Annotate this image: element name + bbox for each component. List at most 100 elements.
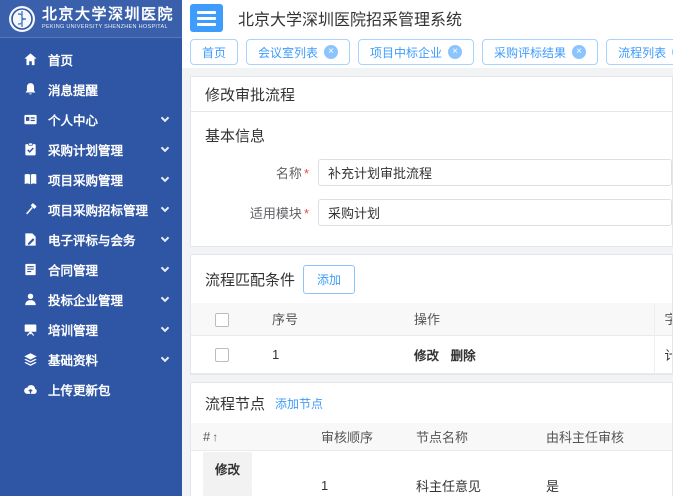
process-nodes-table: #↑ 审核顺序 节点名称 由科主任审核 修改 删除 1	[191, 423, 672, 496]
add-condition-button[interactable]: 添加	[303, 265, 355, 294]
nodes-table-header-row: #↑ 审核顺序 节点名称 由科主任审核	[191, 423, 672, 451]
sidebar-item-label: 首页	[48, 50, 168, 69]
tab-label: 会议室列表	[258, 44, 318, 61]
condition-no: 1	[271, 335, 413, 373]
sidebar-item-label: 合同管理	[48, 260, 162, 279]
sidebar-item-home[interactable]: 首页	[0, 44, 182, 74]
row-checkbox[interactable]	[215, 348, 229, 362]
delete-condition-link[interactable]: 删除	[451, 349, 476, 363]
required-marker: *	[304, 206, 309, 221]
sidebar-item-training[interactable]: 培训管理	[0, 314, 182, 344]
sidebar-item-contract[interactable]: 合同管理	[0, 254, 182, 284]
chevron-down-icon	[161, 293, 169, 301]
column-header-order: 审核顺序	[309, 423, 404, 451]
node-table-row: 修改 删除 1 科主任意见 是	[191, 451, 672, 496]
chevron-down-icon	[161, 233, 169, 241]
name-field-row: 名称*	[205, 159, 672, 186]
close-icon[interactable]: ×	[448, 45, 462, 59]
gavel-icon	[22, 201, 38, 217]
add-node-link[interactable]: 添加节点	[275, 395, 323, 412]
sidebar-item-base-data[interactable]: 基础资料	[0, 344, 182, 374]
tab-bar: 首页 会议室列表 × 项目中标企业 × 采购评标结果 × 流程列表 × 流程 ×	[182, 36, 673, 68]
id-card-icon	[22, 111, 38, 127]
person-icon	[22, 291, 38, 307]
process-nodes-section-title: 流程节点	[205, 393, 265, 414]
sidebar-item-project-bidding[interactable]: 项目采购招标管理	[0, 194, 182, 224]
chevron-down-icon	[161, 143, 169, 151]
sidebar-item-label: 个人中心	[48, 110, 162, 129]
topbar: 北京大学深圳医院招采管理系统	[182, 0, 673, 36]
sidebar-item-project-purchase[interactable]: 项目采购管理	[0, 164, 182, 194]
node-dept-head-review: 是	[534, 451, 672, 496]
hospital-logo: 北京大学深圳医院 PEKING UNIVERSITY SHENZHEN HOSP…	[0, 0, 182, 38]
column-header-no: 序号	[271, 303, 413, 335]
hamburger-menu-button[interactable]	[190, 4, 223, 32]
tab-home[interactable]: 首页	[190, 39, 238, 65]
sidebar-item-e-evaluation[interactable]: 电子评标与会务	[0, 224, 182, 254]
required-marker: *	[304, 166, 309, 181]
book-icon	[22, 171, 38, 187]
sidebar-item-label: 项目采购管理	[48, 170, 162, 189]
sidebar-item-upload-package[interactable]: 上传更新包	[0, 374, 182, 404]
tab-process-list[interactable]: 流程列表 ×	[606, 39, 673, 65]
column-header-index[interactable]: #↑	[191, 423, 309, 451]
edit-condition-link[interactable]: 修改	[414, 349, 439, 363]
node-order: 1	[309, 451, 404, 496]
chevron-down-icon	[161, 263, 169, 271]
sidebar-item-label: 电子评标与会务	[48, 230, 162, 249]
tab-label: 采购评标结果	[494, 44, 566, 61]
sort-ascending-icon: ↑	[212, 430, 218, 444]
match-conditions-section-title: 流程匹配条件	[205, 269, 295, 290]
chevron-down-icon	[161, 323, 169, 331]
clipboard-check-icon	[22, 141, 38, 157]
sidebar-item-label: 培训管理	[48, 320, 162, 339]
match-conditions-header: 流程匹配条件 添加	[191, 255, 672, 303]
document-pen-icon	[22, 231, 38, 247]
chevron-down-icon	[161, 113, 169, 121]
sidebar-item-messages[interactable]: 消息提醒	[0, 74, 182, 104]
select-all-checkbox[interactable]	[215, 313, 229, 327]
module-input[interactable]	[318, 199, 672, 226]
sidebar-item-purchase-plan[interactable]: 采购计划管理	[0, 134, 182, 164]
basic-info-section-title: 基本信息	[205, 125, 672, 146]
content-area: 修改审批流程 基本信息 名称* 适用模块* 流程匹配条件 添加	[182, 68, 673, 496]
column-header-node-name: 节点名称	[404, 423, 534, 451]
sidebar-nav: 首页 消息提醒 个人中心 采购计划管理 项目采购管理	[0, 38, 182, 404]
hospital-emblem-icon	[8, 5, 36, 33]
hospital-name-en: PEKING UNIVERSITY SHENZHEN HOSPITAL	[42, 24, 174, 30]
column-header-dept-head-review: 由科主任审核	[534, 423, 672, 451]
main-area: 北京大学深圳医院招采管理系统 首页 会议室列表 × 项目中标企业 × 采购评标结…	[182, 0, 673, 496]
node-name: 科主任意见	[404, 451, 534, 496]
chevron-down-icon	[161, 203, 169, 211]
close-icon[interactable]: ×	[324, 45, 338, 59]
sidebar-item-label: 投标企业管理	[48, 290, 162, 309]
process-nodes-header: 流程节点 添加节点	[191, 383, 672, 423]
sidebar-item-bidder-enterprise[interactable]: 投标企业管理	[0, 284, 182, 314]
basic-info-card: 基本信息 名称* 适用模块*	[190, 111, 673, 247]
sidebar-item-label: 项目采购招标管理	[48, 200, 162, 219]
sidebar: 北京大学深圳医院 PEKING UNIVERSITY SHENZHEN HOSP…	[0, 0, 182, 496]
chevron-down-icon	[161, 173, 169, 181]
name-field-label: 名称*	[205, 163, 309, 182]
hospital-name: 北京大学深圳医院	[42, 7, 174, 24]
edit-node-button[interactable]: 修改	[203, 452, 252, 485]
tab-label: 首页	[202, 44, 226, 61]
module-field-row: 适用模块*	[205, 199, 672, 226]
process-nodes-card: 流程节点 添加节点 #↑ 审核顺序 节点名称 由科主任审核	[190, 382, 673, 496]
match-table-row: 1 修改 删除 计划类型	[191, 335, 672, 373]
sidebar-item-personal-center[interactable]: 个人中心	[0, 104, 182, 134]
match-table-header-row: 序号 操作 字段	[191, 303, 672, 335]
tab-winning-enterprise[interactable]: 项目中标企业 ×	[358, 39, 474, 65]
chevron-down-icon	[161, 353, 169, 361]
system-title: 北京大学深圳医院招采管理系统	[238, 6, 462, 30]
presentation-icon	[22, 321, 38, 337]
delete-node-button[interactable]: 删除	[203, 485, 252, 496]
name-input[interactable]	[318, 159, 672, 186]
tab-label: 流程列表	[618, 44, 666, 61]
tab-evaluation-result[interactable]: 采购评标结果 ×	[482, 39, 598, 65]
close-icon[interactable]: ×	[572, 45, 586, 59]
tab-label: 项目中标企业	[370, 44, 442, 61]
page-title: 修改审批流程	[205, 84, 295, 105]
condition-field-value: 计划类型	[654, 335, 672, 373]
tab-meeting-room-list[interactable]: 会议室列表 ×	[246, 39, 350, 65]
